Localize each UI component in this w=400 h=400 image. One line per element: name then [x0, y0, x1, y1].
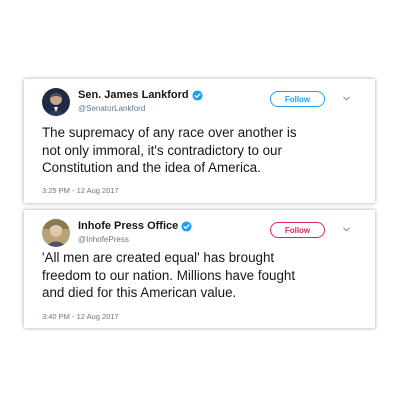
avatar[interactable] — [42, 88, 70, 116]
account-handle[interactable]: @InhofePress — [78, 235, 129, 244]
account-name[interactable]: Inhofe Press Office — [78, 220, 178, 232]
account-name-row: Inhofe Press Office — [78, 220, 192, 232]
account-handle[interactable]: @SenatorLankford — [78, 104, 145, 113]
avatar[interactable] — [42, 219, 70, 247]
tweet-card[interactable]: Sen. James Lankford @SenatorLankford Fol… — [24, 79, 375, 203]
follow-button[interactable]: Follow — [270, 222, 325, 238]
verified-badge-icon — [192, 89, 203, 101]
follow-button[interactable]: Follow — [270, 91, 325, 107]
chevron-down-icon[interactable] — [342, 94, 351, 103]
screenshot-stage: Sen. James Lankford @SenatorLankford Fol… — [0, 0, 400, 400]
account-name-row: Sen. James Lankford — [78, 89, 203, 101]
tweet-card[interactable]: Inhofe Press Office @InhofePress Follow … — [24, 210, 375, 328]
account-name[interactable]: Sen. James Lankford — [78, 89, 189, 101]
tweet-text: 'All men are created equal' has brought … — [42, 250, 296, 300]
tweet-timestamp[interactable]: 3:25 PM - 12 Aug 2017 — [42, 186, 119, 195]
tweet-text: The supremacy of any race over another i… — [42, 125, 297, 175]
tweet-timestamp[interactable]: 3:40 PM - 12 Aug 2017 — [42, 312, 119, 321]
verified-badge-icon — [181, 220, 192, 232]
chevron-down-icon[interactable] — [342, 225, 351, 234]
